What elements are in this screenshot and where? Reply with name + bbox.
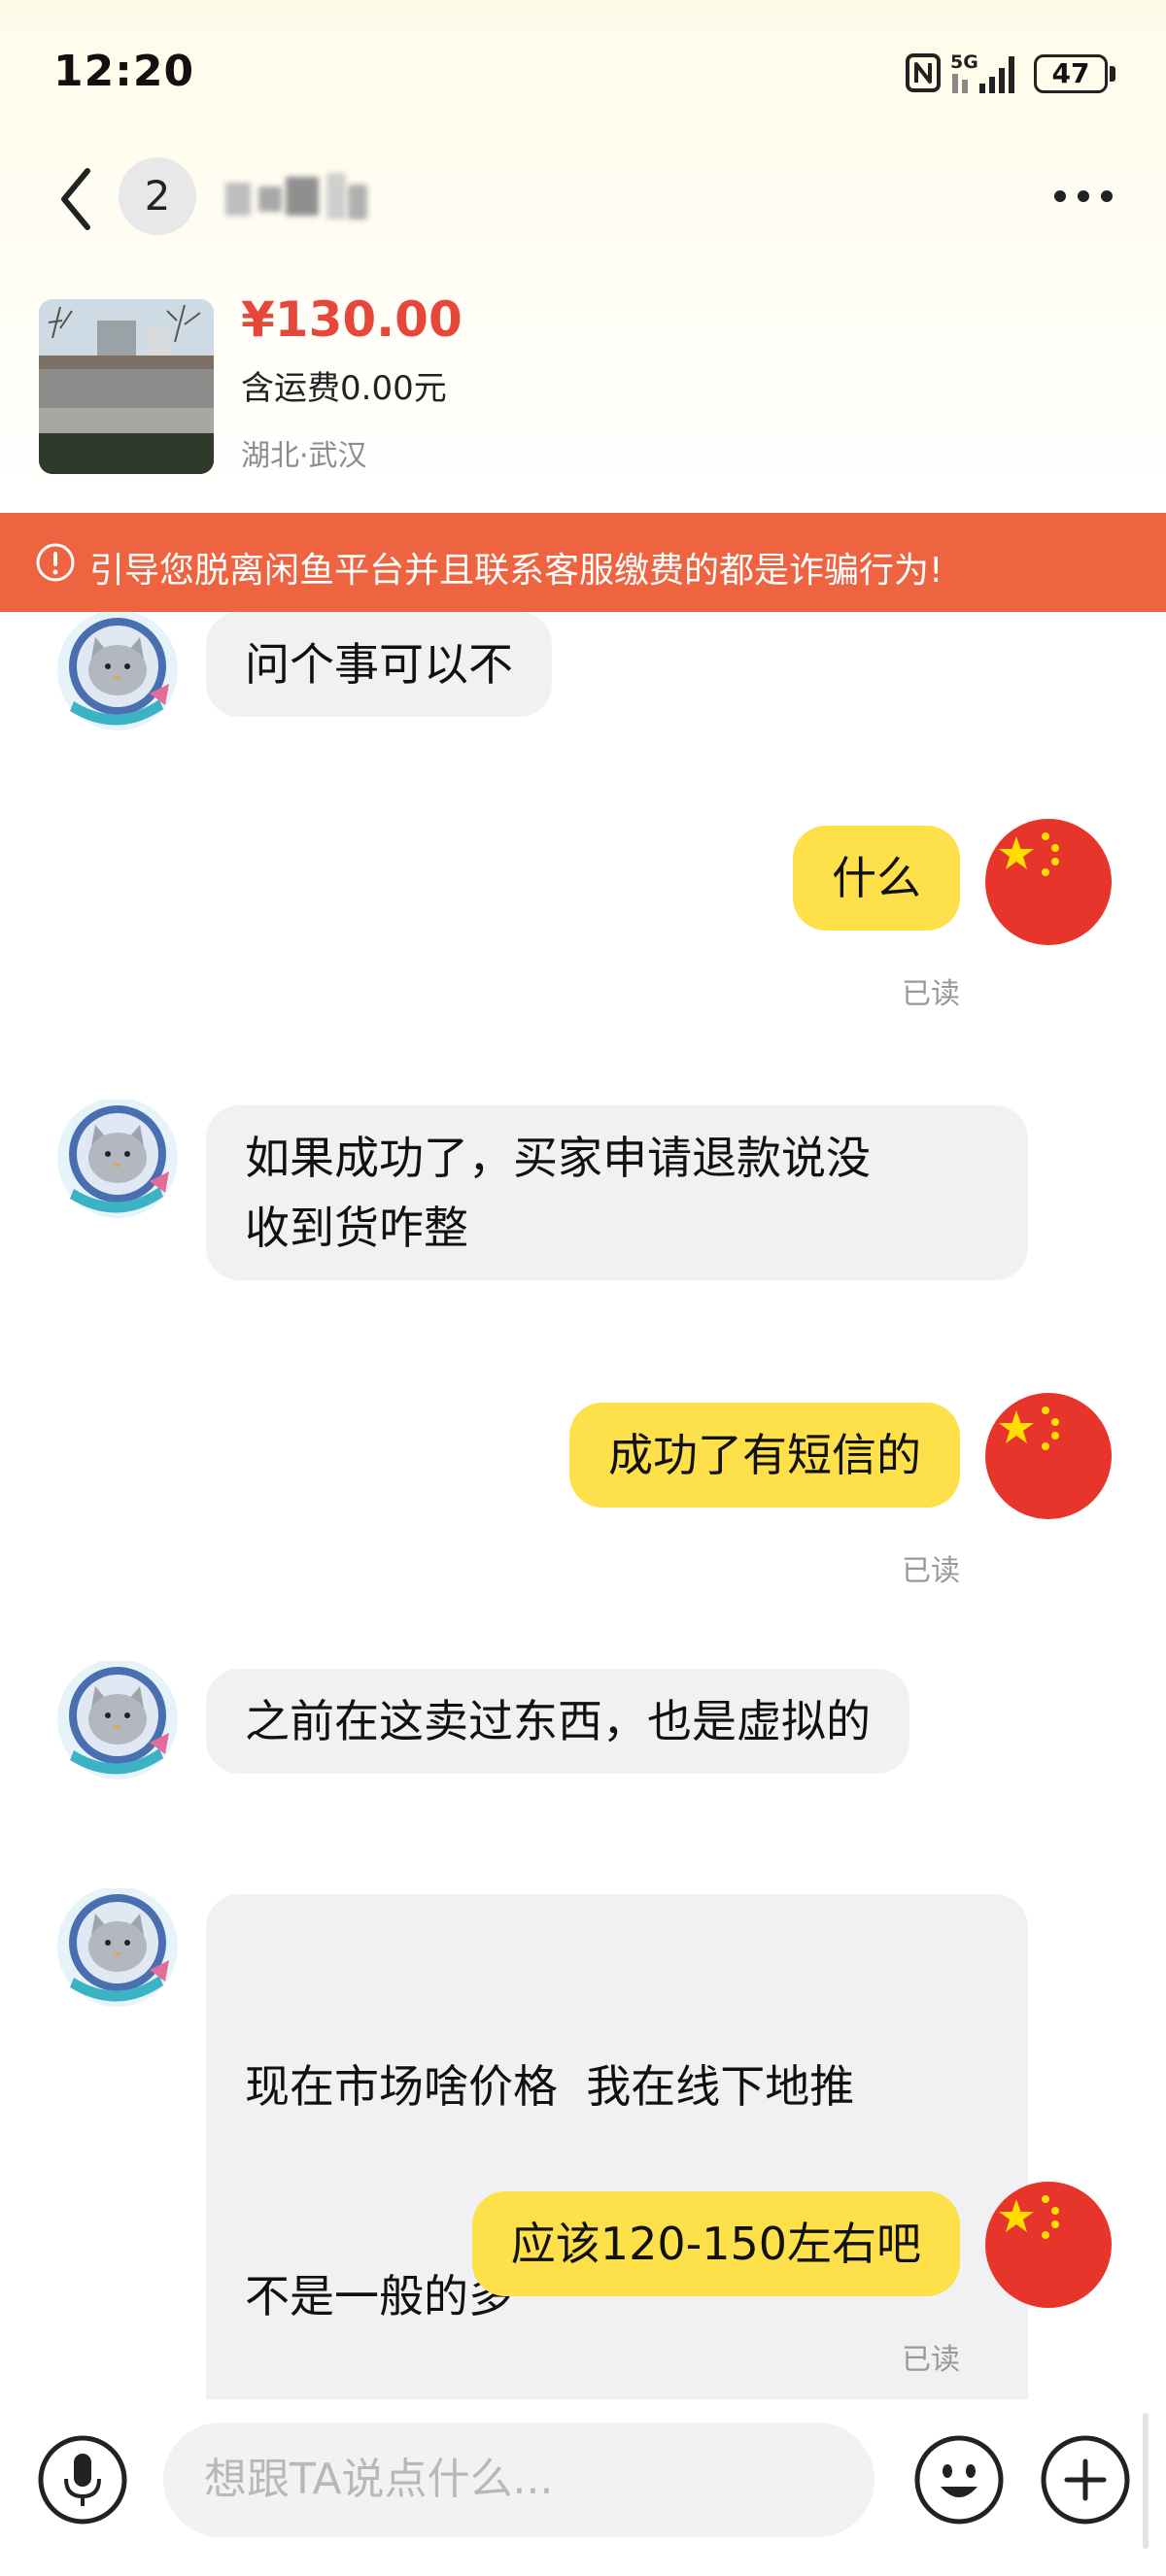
china-flag-avatar-icon[interactable] [985, 1393, 1112, 1519]
scrollbar-thumb[interactable] [1143, 2413, 1149, 2549]
cat-avatar-icon[interactable] [54, 612, 181, 738]
message-line: 现在市场啥价格 我在线下地推 [245, 2060, 855, 2113]
plus-icon[interactable] [1040, 2434, 1131, 2525]
product-thumbnail[interactable] [39, 299, 214, 474]
warning-text: 引导您脱离闲鱼平台并且联系客服缴费的都是诈骗行为! [89, 551, 943, 591]
read-status-label: 已读 [902, 977, 960, 1011]
cat-avatar-icon[interactable] [54, 1888, 181, 2015]
read-status-label: 已读 [902, 1554, 960, 1588]
cat-avatar-icon[interactable] [54, 1661, 181, 1787]
status-time: 12:20 [53, 47, 195, 96]
message-line: 如果成功了，买家申请退款说没 [245, 1132, 871, 1184]
nav-bar: 2 [0, 146, 1166, 262]
microphone-icon[interactable] [37, 2434, 128, 2525]
incoming-message-bubble[interactable]: 现在市场啥价格 我在线下地推 不是一般的多 [206, 1894, 1028, 2399]
china-flag-avatar-icon[interactable] [985, 819, 1112, 945]
chevron-left-icon[interactable] [56, 165, 95, 233]
product-photo-icon [39, 299, 214, 474]
incoming-message-bubble[interactable]: 问个事可以不 [206, 612, 552, 717]
outgoing-message-bubble[interactable]: 成功了有短信的 [569, 1403, 960, 1508]
status-bar: 12:20 5G 47 [0, 0, 1166, 146]
incoming-message-bubble[interactable]: 如果成功了，买家申请退款说没 收到货咋整 [206, 1105, 1028, 1280]
message-line: 收到货咋整 [245, 1202, 468, 1254]
incoming-message-bubble[interactable]: 之前在这卖过东西，也是虚拟的 [206, 1669, 909, 1774]
network-type-label: 5G [950, 51, 978, 73]
product-card[interactable]: ¥130.00 含运费0.00元 湖北·武汉 [0, 291, 1166, 486]
alert-circle-icon [36, 543, 75, 582]
unread-count-badge[interactable]: 2 [119, 157, 196, 235]
china-flag-avatar-icon[interactable] [985, 2182, 1112, 2308]
contact-name-blurred [225, 165, 369, 227]
battery-level: 47 [1034, 54, 1108, 93]
fraud-warning-banner: 引导您脱离闲鱼平台并且联系客服缴费的都是诈骗行为! [0, 513, 1166, 612]
battery-tip [1110, 66, 1115, 82]
outgoing-message-bubble[interactable]: 应该120-150左右吧 [471, 2191, 960, 2296]
message-input-bar: 想跟TA说点什么... [0, 2399, 1166, 2576]
nfc-icon [906, 53, 941, 92]
battery-indicator: 47 [1034, 54, 1115, 93]
chat-message-list[interactable]: 问个事可以不 什么 已读 如果成功了，买家申请退款说没 收到货咋整 成功了有短信… [0, 612, 1166, 2399]
product-price: ¥130.00 [241, 291, 463, 348]
more-horizontal-icon[interactable] [1051, 185, 1115, 208]
signal-icon: 5G [950, 51, 1014, 93]
emoji-icon[interactable] [913, 2434, 1005, 2525]
outgoing-message-bubble[interactable]: 什么 [793, 826, 960, 931]
product-location: 湖北·武汉 [241, 439, 367, 473]
cat-avatar-icon[interactable] [54, 1100, 181, 1226]
read-status-label: 已读 [902, 2343, 960, 2377]
message-input[interactable]: 想跟TA说点什么... [163, 2423, 874, 2537]
product-shipping: 含运费0.00元 [241, 369, 447, 408]
